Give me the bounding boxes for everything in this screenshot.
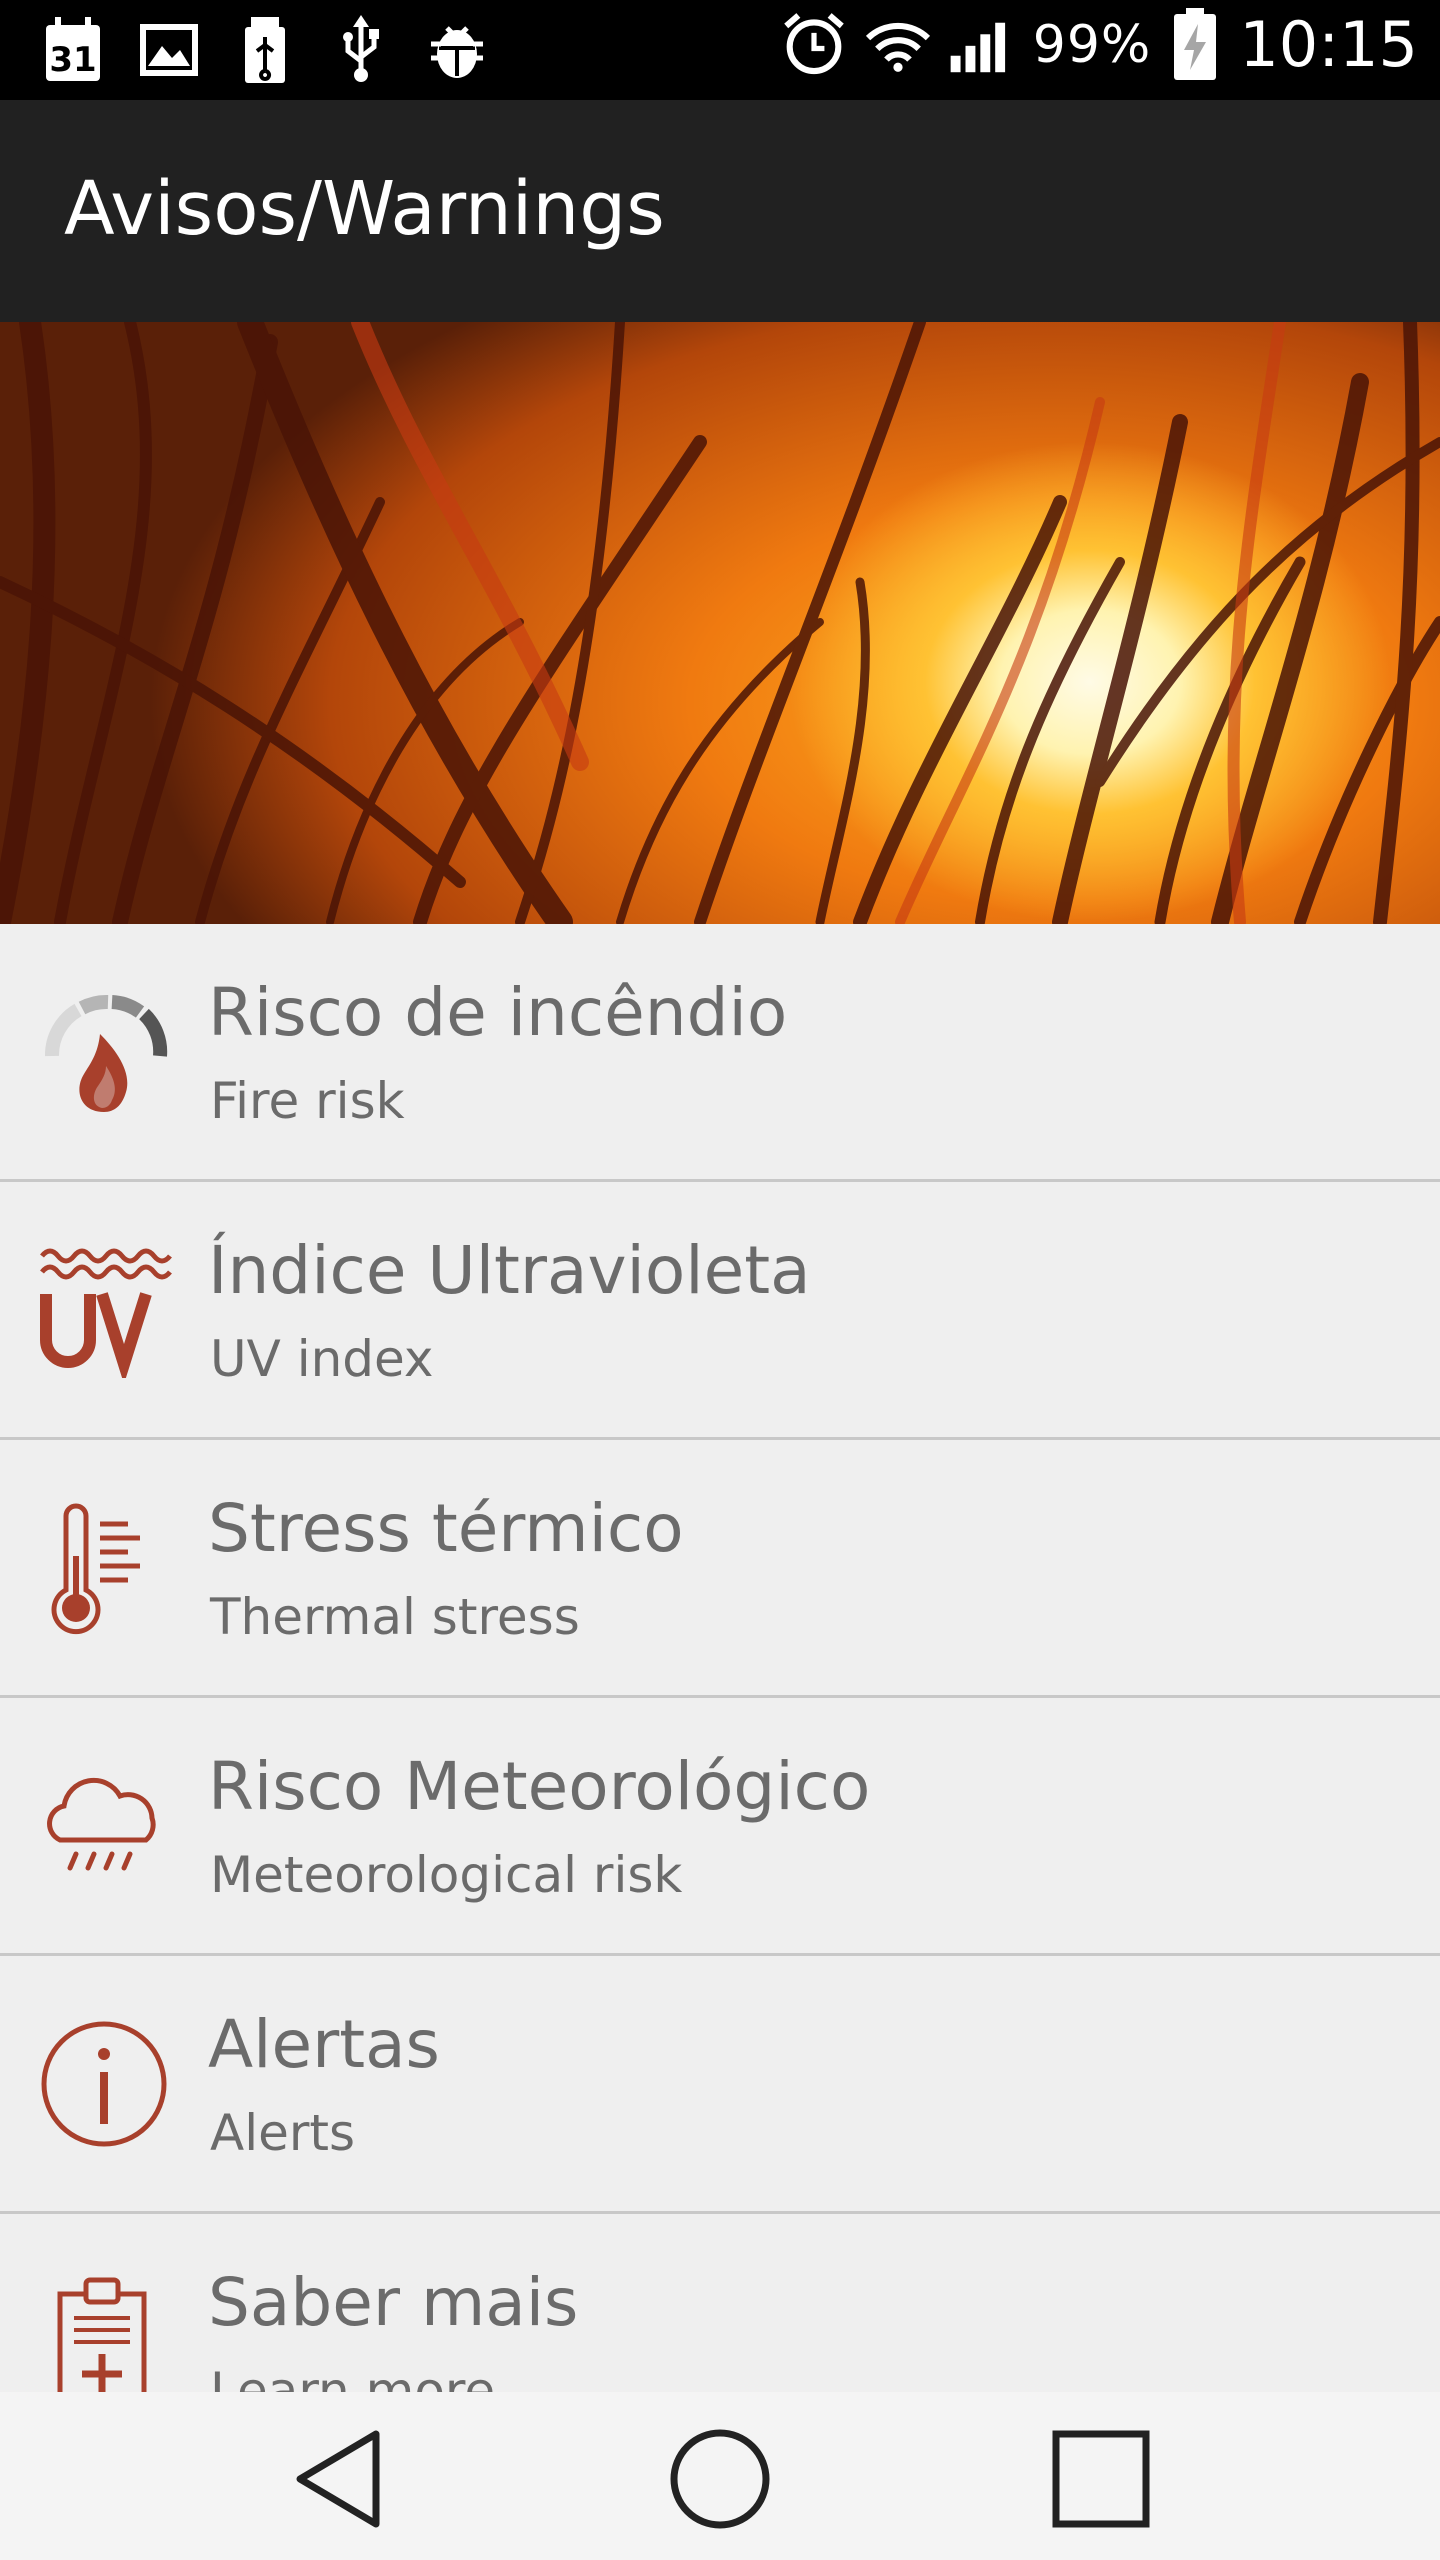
home-button[interactable]	[665, 2424, 775, 2534]
navigation-bar	[0, 2392, 1440, 2560]
status-time: 10:15	[1239, 8, 1418, 81]
sunset-grass-banner	[0, 322, 1440, 924]
status-bar: 31 99% 10:15	[0, 0, 1440, 100]
list-item-title: Stress térmico	[208, 1490, 684, 1567]
image-icon	[136, 14, 202, 86]
list-item-fire-risk[interactable]: Risco de incêndio Fire risk	[0, 924, 1440, 1182]
wifi-icon	[865, 9, 931, 81]
list-item-alerts[interactable]: Alertas Alerts	[0, 1956, 1440, 2214]
thermometer-icon	[36, 1500, 172, 1636]
usb-storage-icon	[232, 14, 298, 86]
app-bar: Avisos/Warnings	[0, 100, 1440, 322]
home-circle-icon	[670, 2429, 770, 2529]
calendar-day: 31	[49, 40, 96, 80]
list-item-subtitle: UV index	[210, 1330, 434, 1388]
list-item-meteorological-risk[interactable]: Risco Meteorológico Meteorological risk	[0, 1698, 1440, 1956]
battery-charging-icon	[1169, 7, 1221, 81]
recents-button[interactable]	[1046, 2424, 1156, 2534]
list-item-title: Alertas	[208, 2006, 440, 2083]
warnings-list: Risco de incêndio Fire risk Índice Ultra…	[0, 924, 1440, 2472]
rain-cloud-icon	[36, 1758, 172, 1894]
list-item-thermal-stress[interactable]: Stress térmico Thermal stress	[0, 1440, 1440, 1698]
back-button[interactable]	[284, 2424, 394, 2534]
list-item-subtitle: Alerts	[210, 2104, 356, 2162]
alarm-icon	[781, 9, 847, 81]
page-title: Avisos/Warnings	[64, 166, 665, 252]
info-icon	[36, 2016, 172, 2152]
banner-grass-silhouette	[0, 322, 1440, 924]
battery-percent: 99%	[1032, 14, 1152, 75]
signal-icon	[949, 9, 1015, 81]
recents-square-icon	[1052, 2430, 1150, 2528]
list-item-title: Saber mais	[208, 2264, 579, 2341]
fire-gauge-icon	[36, 984, 172, 1120]
back-triangle-icon	[296, 2430, 380, 2528]
clipboard-icon	[36, 2274, 172, 2410]
list-item-uv-index[interactable]: Índice Ultravioleta UV index	[0, 1182, 1440, 1440]
usb-icon	[328, 14, 394, 86]
calendar-icon: 31	[40, 14, 106, 86]
uv-icon	[36, 1242, 172, 1385]
list-item-subtitle: Meteorological risk	[210, 1846, 683, 1904]
list-item-title: Índice Ultravioleta	[208, 1232, 811, 1309]
android-debug-icon	[424, 14, 490, 86]
list-item-subtitle: Fire risk	[210, 1072, 405, 1130]
list-item-subtitle: Thermal stress	[210, 1588, 580, 1646]
list-item-title: Risco Meteorológico	[208, 1748, 871, 1825]
list-item-title: Risco de incêndio	[208, 974, 788, 1051]
